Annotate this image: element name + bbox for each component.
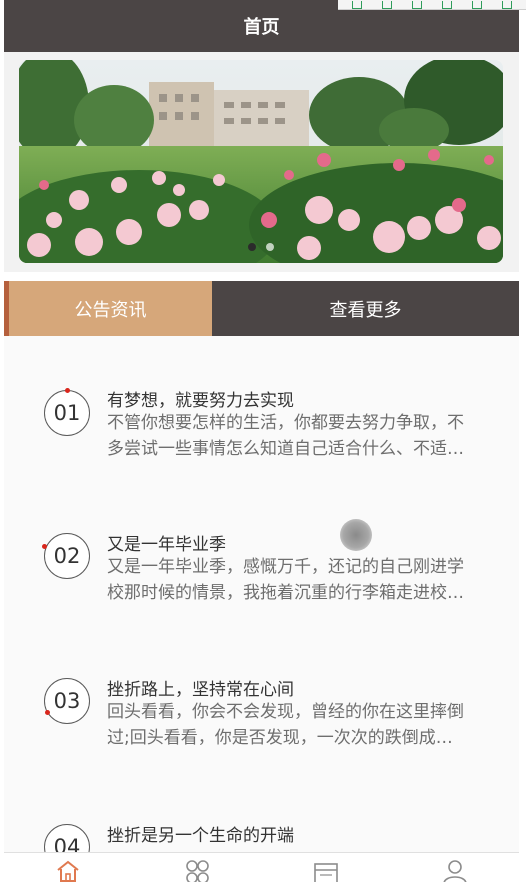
touch-cursor-indicator — [340, 519, 372, 551]
item-number: 03 — [53, 689, 81, 713]
page-title: 首页 — [243, 17, 280, 38]
banner-image — [19, 60, 503, 263]
nav-calendar[interactable] — [306, 859, 346, 882]
banner-section — [4, 52, 519, 272]
zoom-icon[interactable] — [352, 0, 362, 9]
item-number: 02 — [53, 544, 81, 568]
red-dot-marker — [65, 388, 70, 393]
user-icon — [443, 860, 467, 882]
nav-user[interactable] — [435, 859, 475, 882]
carousel-dot-1[interactable] — [248, 243, 256, 251]
tab-announcements-label: 公告资讯 — [74, 299, 147, 321]
view-more-label: 查看更多 — [329, 299, 402, 321]
tab-announcements[interactable]: 公告资讯 — [4, 281, 212, 336]
red-dot-marker — [45, 710, 50, 715]
bottom-tab-bar — [4, 852, 519, 882]
copy-icon[interactable] — [472, 0, 482, 9]
calendar-icon — [314, 863, 338, 882]
item-number-badge: 01 — [44, 388, 90, 436]
item-number-badge: 02 — [42, 533, 90, 579]
resize-icon[interactable] — [412, 0, 422, 9]
view-more-link[interactable]: 查看更多 — [212, 281, 519, 336]
item-number: 01 — [53, 401, 81, 425]
list-item[interactable]: 01 有梦想，就要努力去实现 不管你想要怎样的生活，你都要去努力争取，不多尝试一… — [4, 358, 519, 478]
nav-home[interactable] — [48, 859, 88, 882]
news-list: 01 有梦想，就要努力去实现 不管你想要怎样的生活，你都要去努力争取，不多尝试一… — [4, 336, 519, 870]
list-item[interactable]: 02 又是一年毕业季 又是一年毕业季，感慨万千，还记的自己刚进学校那时候的情景，… — [4, 504, 519, 624]
red-dot-marker — [42, 544, 47, 549]
home-small-icon[interactable] — [442, 0, 452, 9]
list-item[interactable]: 03 挫折路上，坚持常在心间 回头看看，你会不会发现，曾经的你在这里摔倒过;回头… — [4, 650, 519, 770]
item-title: 挫折是另一个生命的开端 — [107, 826, 294, 846]
section-tabs: 公告资讯 查看更多 — [4, 281, 519, 336]
refresh-icon[interactable] — [502, 0, 512, 9]
item-title: 挫折路上，坚持常在心间 — [107, 680, 294, 700]
item-desc: 不管你想要怎样的生活，你都要去努力争取，不多尝试一些事情怎么知道自己适合什么、不… — [107, 413, 464, 459]
save-icon[interactable] — [382, 0, 392, 9]
devtools-toolbar — [338, 0, 526, 10]
carousel-indicators — [19, 243, 503, 251]
item-number-badge: 03 — [44, 678, 90, 724]
item-title: 又是一年毕业季 — [107, 535, 226, 555]
item-title: 有梦想，就要努力去实现 — [107, 391, 294, 411]
nav-category[interactable] — [177, 859, 217, 882]
carousel-dot-2[interactable] — [266, 243, 274, 251]
home-icon — [57, 860, 79, 882]
app-page: 首页 公告资讯 查看更多 01 有梦想，就要努力去实现 不管你想要怎样的生活，你… — [0, 0, 526, 882]
item-desc: 回头看看，你会不会发现，曾经的你在这里摔倒过;回头看看，你是否发现，一次次的跌倒… — [107, 702, 464, 748]
banner-carousel[interactable] — [19, 60, 503, 263]
item-desc: 又是一年毕业季，感慨万千，还记的自己刚进学校那时候的情景，我拖着沉重的行李箱走进… — [107, 557, 464, 603]
category-icon — [186, 860, 209, 882]
